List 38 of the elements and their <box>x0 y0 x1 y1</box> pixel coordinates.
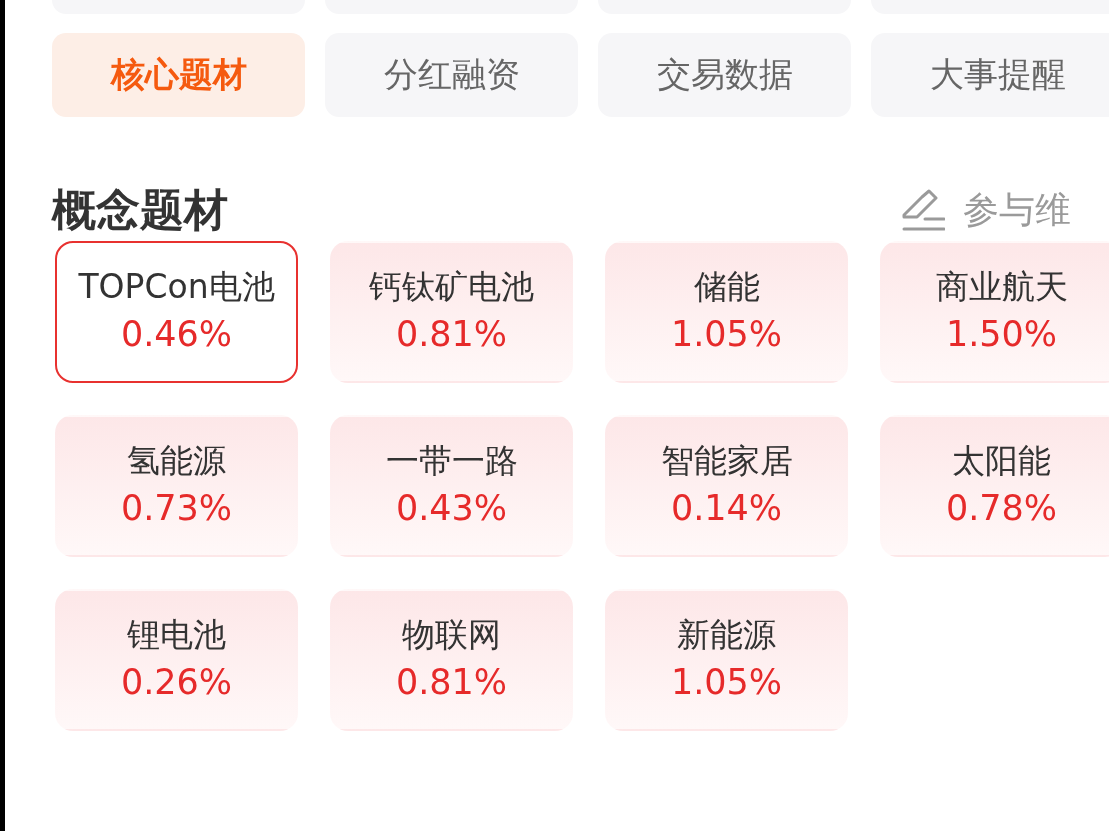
concept-card[interactable]: 一带一路 0.43% <box>330 415 573 557</box>
concept-change: 1.05% <box>670 661 783 704</box>
concept-name: 太阳能 <box>952 440 1051 482</box>
concept-change: 0.81% <box>395 661 508 704</box>
concept-change: 1.50% <box>945 313 1058 356</box>
concept-name: 物联网 <box>402 614 501 656</box>
concept-change: 0.46% <box>120 313 233 356</box>
section-title: 概念题材 <box>52 182 228 237</box>
concept-card[interactable]: 新能源 1.05% <box>605 589 848 731</box>
concept-change: 0.81% <box>395 313 508 356</box>
concept-name: 一带一路 <box>385 440 518 482</box>
concept-card[interactable]: 太阳能 0.78% <box>880 415 1109 557</box>
concept-change: 1.05% <box>670 313 783 356</box>
concept-change: 0.78% <box>945 487 1058 530</box>
concept-card[interactable]: 锂电池 0.26% <box>55 589 298 731</box>
concept-card[interactable]: 氢能源 0.73% <box>55 415 298 557</box>
concept-card[interactable]: 储能 1.05% <box>605 241 848 383</box>
concept-name: 智能家居 <box>660 440 793 482</box>
concept-name: 储能 <box>693 266 760 308</box>
concept-change: 0.43% <box>395 487 508 530</box>
concept-name: TOPCon电池 <box>78 266 275 308</box>
concept-change: 0.73% <box>120 487 233 530</box>
concept-card[interactable]: 商业航天 1.50% <box>880 241 1109 383</box>
concept-card[interactable]: 钙钛矿电池 0.81% <box>330 241 573 383</box>
tab[interactable]: 大事提醒 <box>871 33 1109 117</box>
tab[interactable]: 交易数据 <box>598 33 851 117</box>
tab[interactable]: 分红融资 <box>325 33 578 117</box>
concept-card[interactable]: 物联网 0.81% <box>330 589 573 731</box>
concept-card[interactable]: 智能家居 0.14% <box>605 415 848 557</box>
concept-card[interactable]: TOPCon电池 0.46% <box>55 241 298 383</box>
edit-icon <box>901 189 945 231</box>
concept-name: 钙钛矿电池 <box>369 266 534 308</box>
concept-name: 锂电池 <box>127 614 226 656</box>
concept-change: 0.14% <box>670 487 783 530</box>
concept-name: 氢能源 <box>127 440 226 482</box>
concept-change: 0.26% <box>120 661 233 704</box>
concept-name: 新能源 <box>677 614 776 656</box>
concept-name: 商业航天 <box>935 266 1068 308</box>
